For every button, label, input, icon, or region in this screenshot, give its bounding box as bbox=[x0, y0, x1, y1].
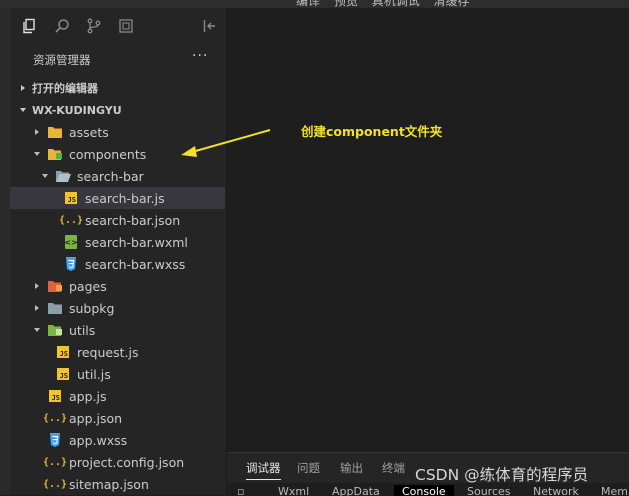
tree-item-search-bar[interactable]: search-bar bbox=[10, 165, 225, 187]
tree-item-label: util.js bbox=[77, 366, 111, 382]
subtab-wxml[interactable]: Wxml bbox=[278, 485, 309, 496]
tree-item-label: subpkg bbox=[69, 300, 115, 316]
wxss-file-icon bbox=[63, 256, 79, 272]
tab-problems[interactable]: 问题 bbox=[297, 460, 320, 476]
js-file-icon: JS bbox=[55, 344, 71, 360]
js-file-icon: JS bbox=[55, 366, 71, 382]
tree-item-util-js[interactable]: JS util.js bbox=[10, 363, 225, 385]
tree-item-label: app.json bbox=[69, 410, 123, 426]
annotation-text: 创建component文件夹 bbox=[301, 124, 443, 139]
subtab-console[interactable]: Console bbox=[394, 485, 454, 496]
wxss-file-icon bbox=[47, 432, 63, 448]
chevron-down-icon bbox=[32, 325, 42, 335]
tree-item-label: sitemap.json bbox=[69, 476, 149, 492]
tree-item-app-wxss[interactable]: app.wxss bbox=[10, 429, 225, 451]
chevron-right-icon bbox=[18, 83, 28, 93]
tree-item-label: search-bar.js bbox=[85, 190, 165, 206]
wxml-file-icon: <> bbox=[63, 234, 79, 250]
menu-clear-cache[interactable]: 清缓存 bbox=[434, 0, 470, 8]
chevron-right-icon bbox=[32, 303, 42, 313]
components-folder-icon bbox=[47, 146, 63, 162]
tree-item-label: search-bar.json bbox=[85, 212, 181, 228]
tree-item-search-bar-wxss[interactable]: search-bar.wxss bbox=[10, 253, 225, 275]
chevron-down-icon bbox=[18, 105, 28, 115]
tree-item-label: app.js bbox=[69, 388, 107, 404]
tab-debugger[interactable]: 调试器 bbox=[246, 460, 281, 480]
tree-item-label: utils bbox=[69, 322, 96, 338]
tree-item-label: project.config.json bbox=[69, 454, 185, 470]
tree-item-assets[interactable]: assets bbox=[10, 121, 225, 143]
tree-item-components[interactable]: components bbox=[10, 143, 225, 165]
tree-item-app-json[interactable]: {..} app.json bbox=[10, 407, 225, 429]
chevron-down-icon bbox=[32, 149, 42, 159]
pages-folder-icon bbox=[47, 278, 63, 294]
menu-remote-debug[interactable]: 真机调试 bbox=[372, 0, 420, 8]
tree-item-label: assets bbox=[69, 124, 109, 140]
tree-item-label: components bbox=[69, 146, 147, 162]
title-bar: 编译 预览 真机调试 清缓存 bbox=[0, 0, 629, 8]
source-control-icon[interactable] bbox=[84, 16, 104, 36]
tree-item-label: search-bar.wxml bbox=[85, 234, 188, 250]
watermark: CSDN @练体育的程序员 bbox=[415, 466, 589, 484]
more-actions-icon[interactable]: ··· bbox=[192, 48, 208, 64]
chevron-right-icon bbox=[32, 127, 42, 137]
chevron-down-icon bbox=[40, 171, 50, 181]
tree-item-label: pages bbox=[69, 278, 107, 294]
json-file-icon: {..} bbox=[58, 214, 84, 226]
tab-terminal[interactable]: 终端 bbox=[382, 460, 405, 476]
collapse-sidebar-icon[interactable] bbox=[200, 16, 220, 36]
editor-area bbox=[227, 8, 629, 452]
top-menu: 编译 预览 真机调试 清缓存 bbox=[296, 0, 480, 8]
menu-preview[interactable]: 预览 bbox=[334, 0, 358, 8]
utils-folder-icon bbox=[47, 322, 63, 338]
tree-item-label: search-bar bbox=[77, 168, 144, 184]
json-file-icon: {..} bbox=[42, 456, 68, 468]
subtab-sources[interactable]: Sources bbox=[467, 485, 511, 496]
explorer-title: 资源管理器 bbox=[33, 53, 91, 67]
menu-compile[interactable]: 编译 bbox=[296, 0, 320, 8]
tree-item-label: app.wxss bbox=[69, 432, 128, 448]
section-label: 打开的编辑器 bbox=[32, 82, 98, 95]
json-file-icon: {..} bbox=[42, 478, 68, 490]
folder-icon bbox=[47, 300, 63, 316]
search-icon[interactable] bbox=[52, 16, 72, 36]
tree-item-search-bar-js[interactable]: JS search-bar.js bbox=[10, 187, 225, 209]
section-label: WX-KUDINGYU bbox=[32, 103, 122, 117]
subtab-memory[interactable]: Mem bbox=[601, 485, 628, 496]
chevron-right-icon bbox=[32, 281, 42, 291]
tree-item-request-js[interactable]: JS request.js bbox=[10, 341, 225, 363]
extensions-icon[interactable] bbox=[116, 16, 136, 36]
subtab-appdata[interactable]: AppData bbox=[332, 485, 380, 496]
js-file-icon: JS bbox=[47, 388, 63, 404]
tree-item-app-js[interactable]: JS app.js bbox=[10, 385, 225, 407]
folder-open-icon bbox=[55, 168, 71, 184]
inspect-icon[interactable]: ▫ bbox=[237, 485, 244, 496]
tree-item-pages[interactable]: pages bbox=[10, 275, 225, 297]
explorer-sidebar: 资源管理器 ··· 打开的编辑器 WX-KUDINGYU assets comp… bbox=[0, 8, 227, 495]
subtab-network[interactable]: Network bbox=[533, 485, 579, 496]
tree-item-search-bar-wxml[interactable]: <> search-bar.wxml bbox=[10, 231, 225, 253]
folder-icon bbox=[47, 124, 63, 140]
tree-item-project-config-json[interactable]: {..} project.config.json bbox=[10, 451, 225, 473]
section-project[interactable]: WX-KUDINGYU bbox=[10, 99, 225, 121]
section-open-editors[interactable]: 打开的编辑器 bbox=[10, 77, 225, 99]
sidebar-toolbar bbox=[10, 8, 226, 44]
tree-item-utils[interactable]: utils bbox=[10, 319, 225, 341]
tree-item-sitemap-json[interactable]: {..} sitemap.json bbox=[10, 473, 225, 495]
json-file-icon: {..} bbox=[42, 412, 68, 424]
js-file-icon: JS bbox=[63, 190, 79, 206]
sidebar-edge bbox=[0, 8, 10, 495]
tree-item-subpkg[interactable]: subpkg bbox=[10, 297, 225, 319]
tab-output[interactable]: 输出 bbox=[340, 460, 363, 476]
tree-item-label: request.js bbox=[77, 344, 139, 360]
tree-item-search-bar-json[interactable]: {..} search-bar.json bbox=[10, 209, 225, 231]
explorer-icon[interactable] bbox=[20, 16, 40, 36]
tree-item-label: search-bar.wxss bbox=[85, 256, 186, 272]
